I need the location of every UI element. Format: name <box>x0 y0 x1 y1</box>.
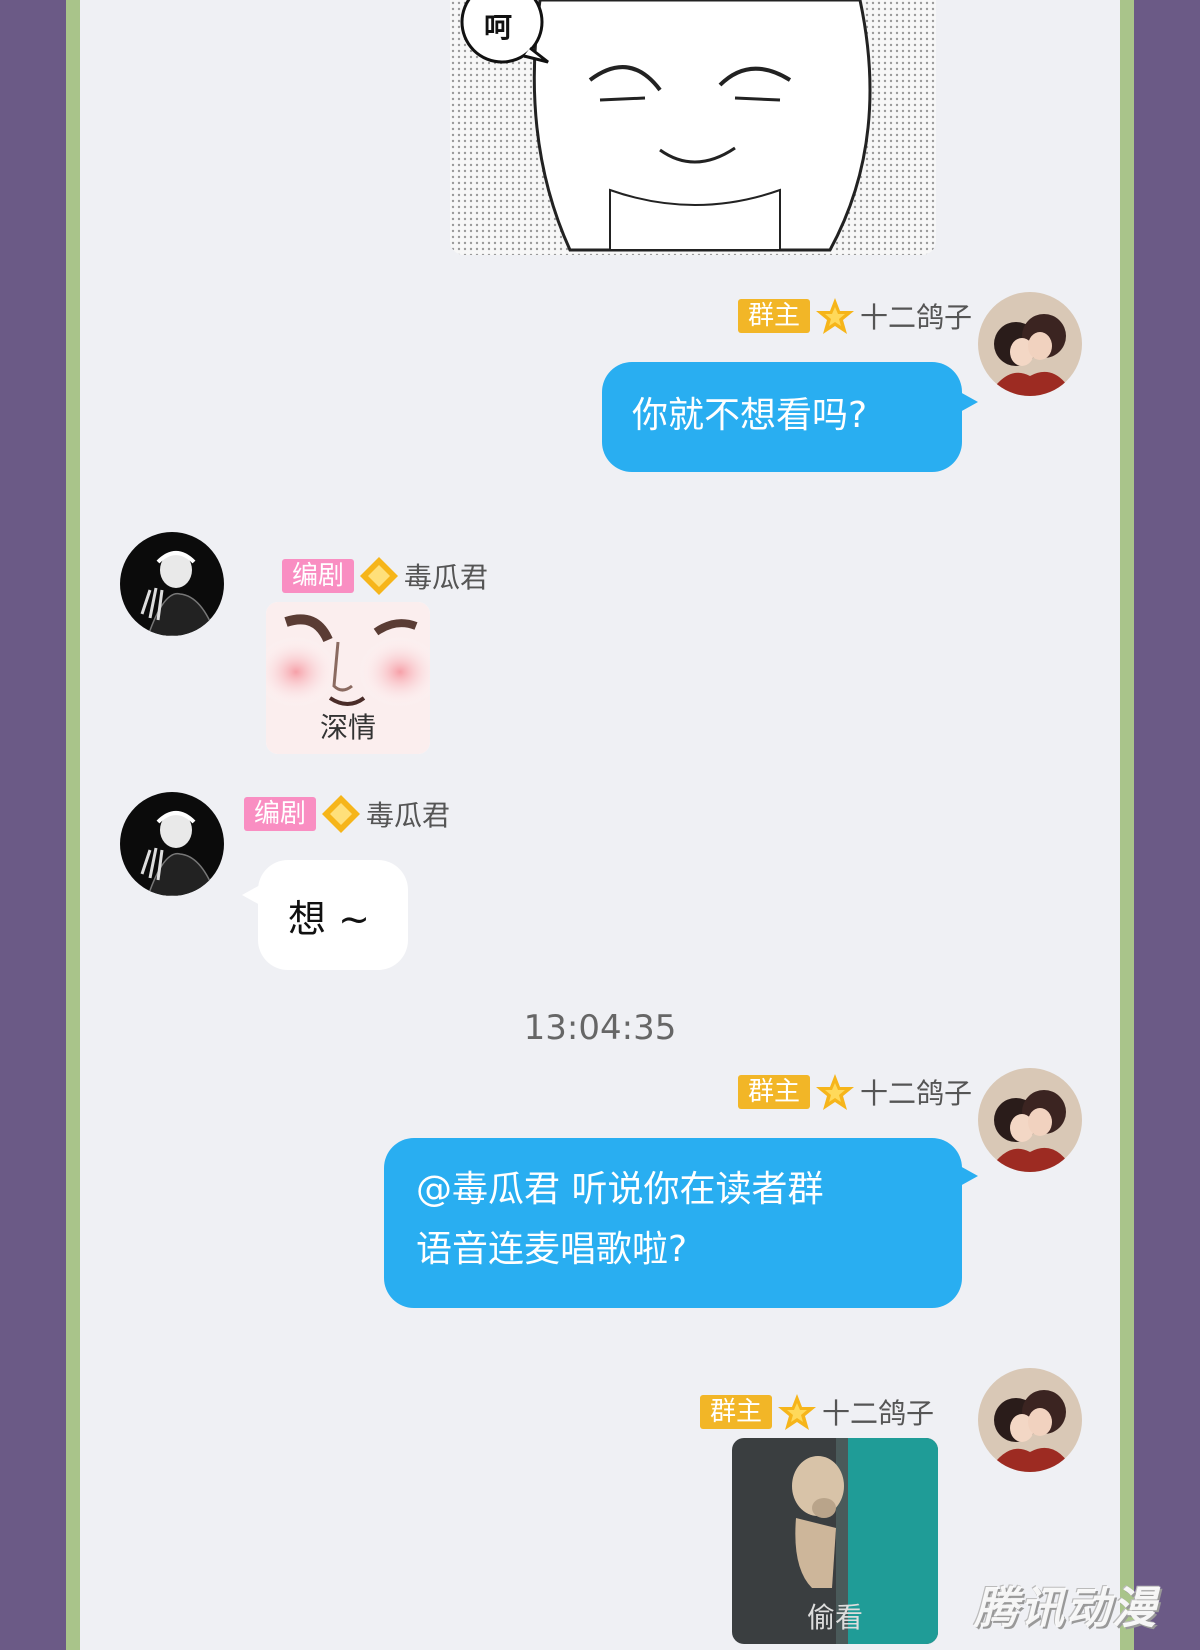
sender-row-4: 群主 十二鸽子 <box>737 1072 972 1112</box>
star-rank-icon <box>815 298 854 334</box>
message-text: 你就不想看吗? <box>632 395 868 436</box>
bubble-tail <box>960 392 978 412</box>
sticker-caption: 偷看 <box>806 1601 863 1634</box>
sender-name: 毒瓜君 <box>366 799 451 832</box>
message-bubble-4[interactable]: @毒瓜君 听说你在读者群 语音连麦唱歌啦? <box>384 1138 962 1308</box>
manga-speech-text: 呵 <box>484 11 513 44</box>
role-badge-owner: 群主 <box>699 1395 772 1429</box>
role-badge-writer: 编剧 <box>244 797 317 831</box>
role-badge-owner: 群主 <box>737 299 810 333</box>
sender-row-3: 编剧 毒瓜君 <box>244 794 450 834</box>
sticker-touking[interactable]: 偷看 <box>732 1438 938 1644</box>
diamond-rank-icon <box>322 795 361 833</box>
bubble-tail <box>242 885 260 905</box>
chat-area[interactable]: 呵 群主 十二鸽子 你就不想看吗? 编剧 毒瓜君 深情 编剧 毒瓜君 想 ~ 1… <box>80 0 1120 1650</box>
avatar-owner[interactable] <box>978 1368 1082 1472</box>
sticker-caption: 深情 <box>319 711 376 744</box>
message-bubble-3[interactable]: 想 ~ <box>258 860 408 970</box>
watermark-logo: 腾讯动漫 <box>974 1583 1158 1634</box>
avatar-writer[interactable] <box>120 792 224 896</box>
role-badge-owner: 群主 <box>737 1075 810 1109</box>
avatar-owner[interactable] <box>978 292 1082 396</box>
manga-image[interactable]: 呵 <box>450 0 936 255</box>
sender-row-1: 群主 十二鸽子 <box>737 296 972 336</box>
message-text-line2: 语音连麦唱歌啦? <box>416 1229 688 1270</box>
role-badge-writer: 编剧 <box>282 559 355 593</box>
star-rank-icon <box>815 1074 854 1110</box>
sender-name: 十二鸽子 <box>821 1397 934 1430</box>
bubble-tail <box>960 1166 978 1186</box>
diamond-rank-icon <box>360 557 399 595</box>
message-text: 想 ~ <box>288 896 370 941</box>
avatar-writer[interactable] <box>120 532 224 636</box>
sender-name: 毒瓜君 <box>404 561 489 594</box>
avatar-owner[interactable] <box>978 1068 1082 1172</box>
message-bubble-1[interactable]: 你就不想看吗? <box>602 362 962 472</box>
star-rank-icon <box>777 1394 816 1430</box>
sender-row-2: 编剧 毒瓜君 <box>282 556 488 596</box>
timestamp: 13:04:35 <box>523 1008 677 1048</box>
sender-row-5: 群主 十二鸽子 <box>699 1392 934 1432</box>
sender-name: 十二鸽子 <box>859 301 972 334</box>
sender-name: 十二鸽子 <box>859 1077 972 1110</box>
sticker-shenqing[interactable]: 深情 <box>266 602 430 754</box>
message-text-line1: @毒瓜君 听说你在读者群 <box>416 1169 824 1210</box>
